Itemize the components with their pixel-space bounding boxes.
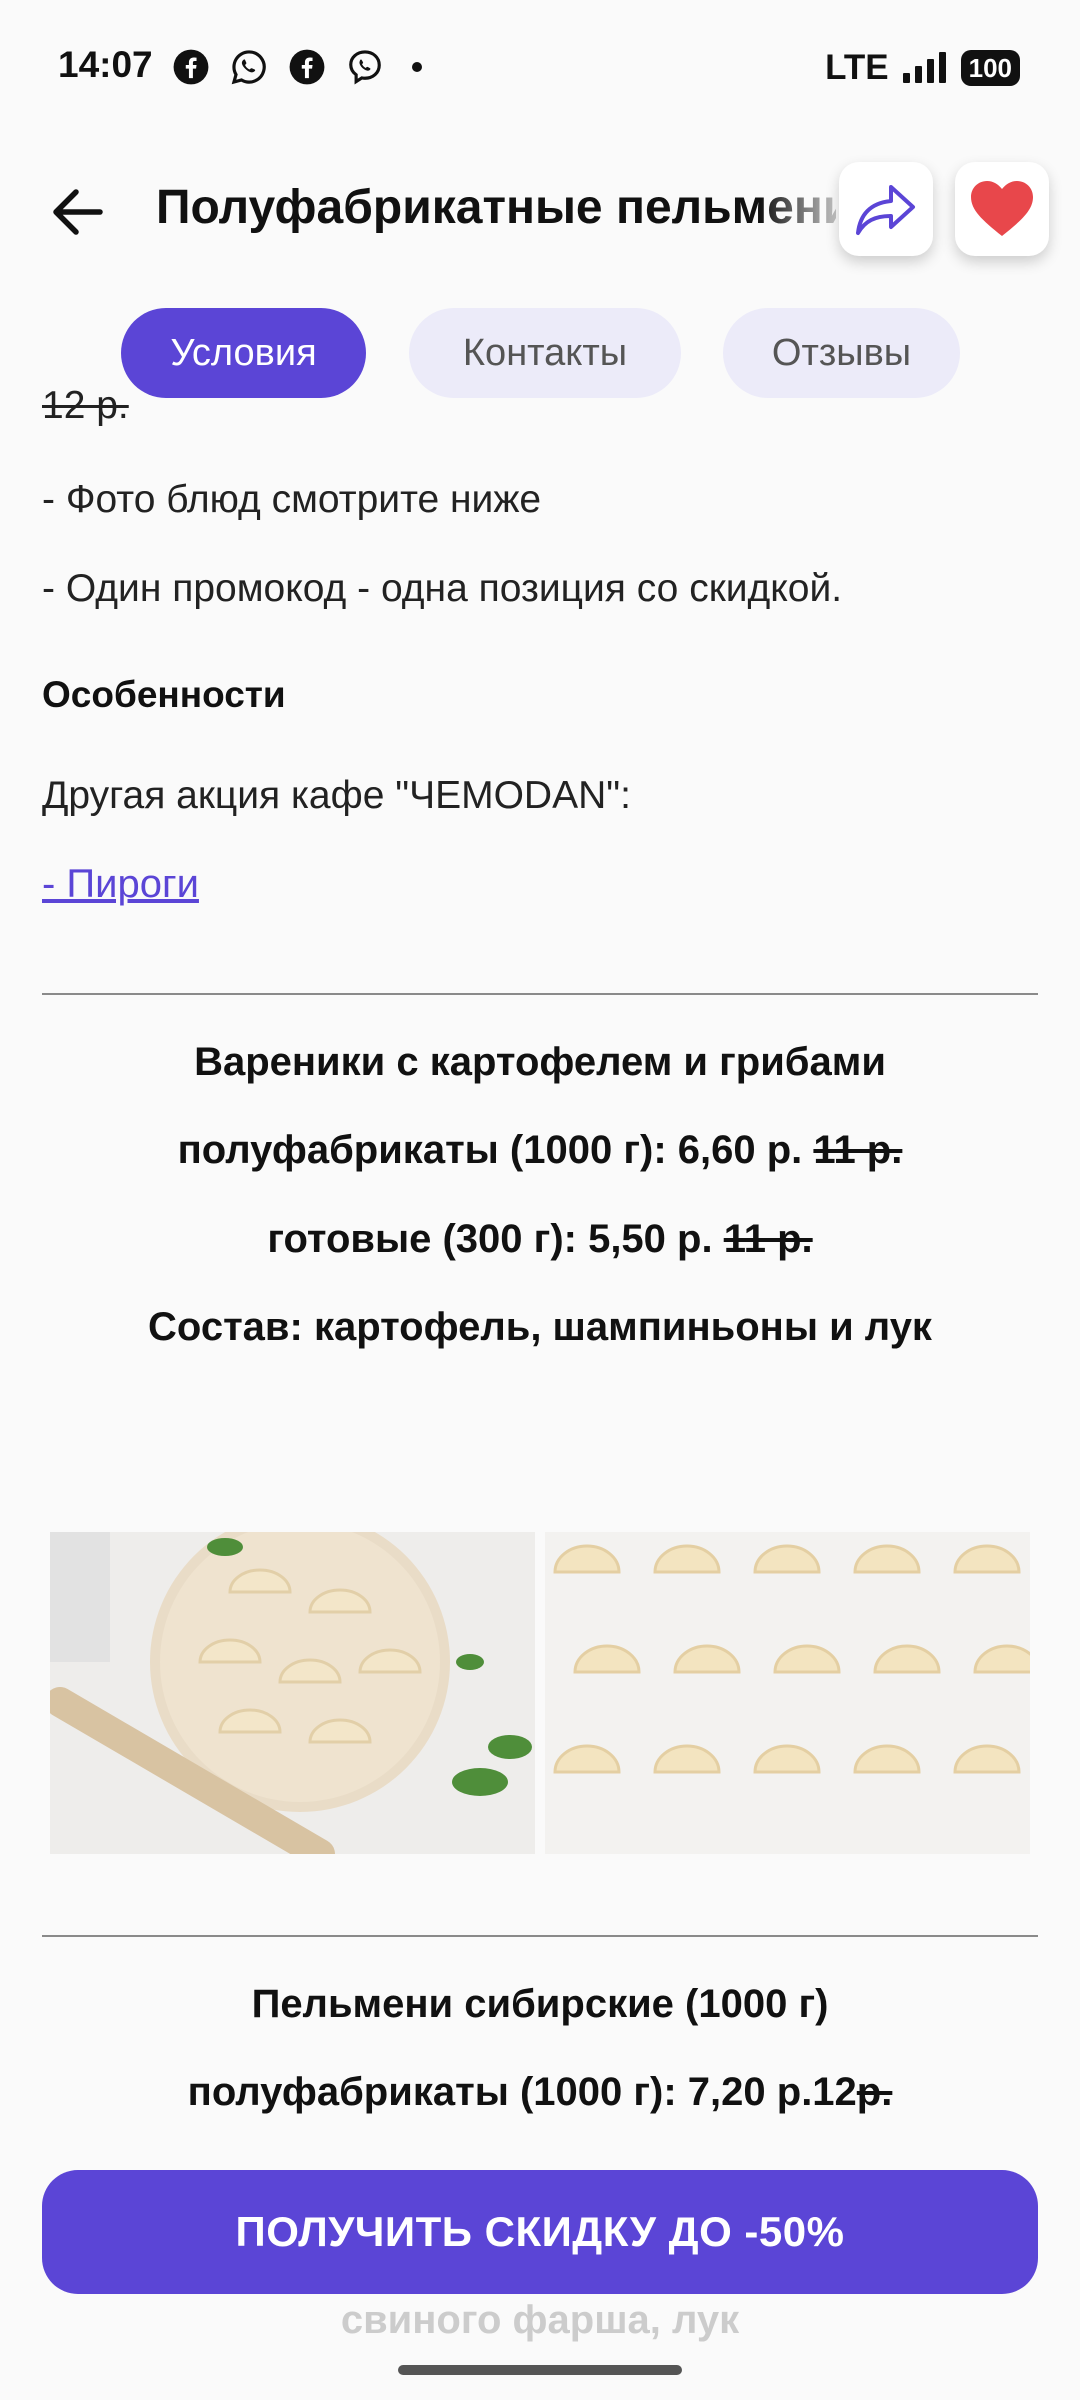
signal-icon [902, 52, 946, 83]
raw-price-label-2: полуфабрикаты (1000 г): 7,20 р.12 [187, 2070, 857, 2114]
get-discount-button[interactable]: ПОЛУЧИТЬ СКИДКУ ДО -50% [42, 2170, 1038, 2294]
product-photo-2[interactable] [545, 1532, 1030, 1854]
tab-bar: Условия Контакты Отзывы [0, 308, 1080, 400]
ready-old-price: 11 р. [723, 1217, 813, 1261]
back-button[interactable] [42, 176, 114, 248]
viber-icon [349, 50, 381, 85]
tab-reviews[interactable]: Отзывы [723, 308, 960, 398]
favorite-button[interactable] [955, 162, 1049, 256]
system-status: LTE 100 [825, 48, 1020, 88]
condition-line-promocode: - Один промокод - одна позиция со скидко… [42, 567, 843, 610]
product-raw-price: полуфабрикаты (1000 г): 6,60 р. 11 р. [42, 1128, 1038, 1173]
product-raw-price-2: полуфабрикаты (1000 г): 7,20 р.12р. [42, 2070, 1038, 2115]
share-button[interactable] [839, 162, 933, 256]
other-promo-text: Другая акция кафе "ЧEMODAN": [42, 774, 631, 817]
tab-contacts[interactable]: Контакты [409, 308, 681, 398]
status-bar: 14:07 LTE 100 [0, 0, 1080, 130]
pirogi-link[interactable]: - Пироги [42, 862, 199, 907]
facebook-icon [173, 49, 209, 85]
raw-old-price-2: р. [856, 2070, 893, 2114]
divider-2 [42, 1935, 1038, 1937]
features-heading: Особенности [42, 674, 286, 715]
composition-tail-text: свиного фарша, лук [340, 2298, 740, 2342]
product-name-2: Пельмени сибирские (1000 г) [251, 1982, 829, 2026]
facebook-icon-2 [289, 49, 325, 85]
status-time: 14:07 [58, 44, 153, 85]
product-name: Вареники с картофелем и грибами [194, 1040, 886, 1084]
more-notifications-dot [412, 62, 422, 72]
gesture-home-bar[interactable] [398, 2365, 682, 2375]
raw-price-label: полуфабрикаты (1000 г): 6,60 р. [177, 1128, 803, 1172]
arrow-left-icon [53, 189, 103, 235]
network-type: LTE [825, 48, 889, 87]
whatsapp-icon [231, 50, 266, 85]
condition-line-photos: - Фото блюд смотрите ниже [42, 478, 542, 521]
dumplings-board-image [50, 1532, 535, 1854]
notification-icons [172, 48, 422, 86]
tab-conditions[interactable]: Условия [121, 308, 366, 398]
top-app-bar: Полуфабрикатные пельмени [0, 150, 1080, 270]
ready-price-label: готовые (300 г): 5,50 р. [267, 1217, 713, 1261]
heart-icon [971, 181, 1033, 236]
product-ready-price: готовые (300 г): 5,50 р. 11 р. [42, 1217, 1038, 1262]
page-title: Полуфабрикатные пельмени [156, 181, 836, 234]
product-photo-1[interactable] [50, 1532, 535, 1854]
dumplings-tray-image [545, 1532, 1030, 1854]
product-composition: Состав: картофель, шампиньоны и лук [148, 1305, 932, 1349]
raw-old-price: 11 р. [813, 1128, 903, 1172]
battery-indicator: 100 [960, 50, 1020, 86]
divider [42, 993, 1038, 995]
share-icon [856, 185, 915, 235]
